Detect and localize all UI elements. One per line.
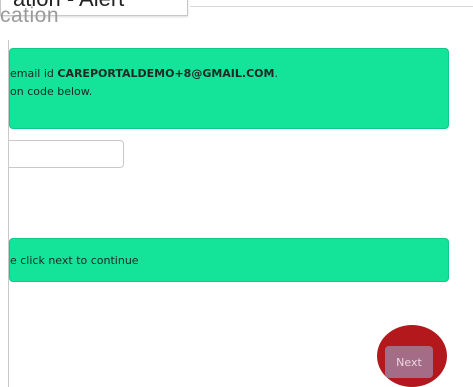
continue-alert-text: e click next to continue <box>10 254 139 267</box>
next-button[interactable]: Next <box>385 346 433 378</box>
verification-alert-line-2: on code below. <box>10 85 93 98</box>
verification-code-input[interactable] <box>9 140 124 168</box>
page-title: cation <box>0 4 60 27</box>
verification-alert-suffix: . <box>274 67 278 80</box>
verification-alert-prefix: email id <box>10 67 58 80</box>
verification-alert-line-1: email id CAREPORTALDEMO+8@GMAIL.COM. <box>10 65 448 83</box>
verification-alert: email id CAREPORTALDEMO+8@GMAIL.COM. on … <box>9 48 449 129</box>
panel-top-border <box>190 6 473 7</box>
continue-alert: e click next to continue <box>9 238 449 282</box>
verification-email: CAREPORTALDEMO+8@GMAIL.COM <box>57 67 275 80</box>
